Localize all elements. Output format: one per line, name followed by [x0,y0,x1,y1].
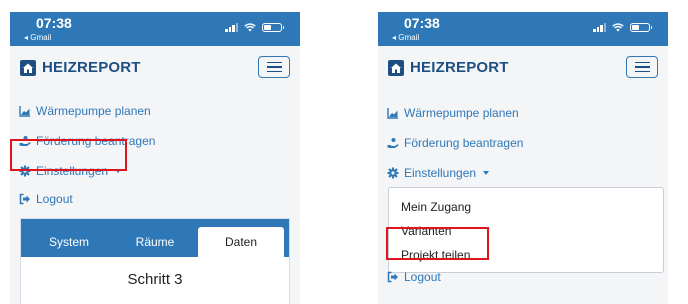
tab-daten[interactable]: Daten [198,227,284,257]
tab-raeume[interactable]: Räume [112,227,198,257]
wizard-tabs: System Räume Daten [21,219,289,257]
chart-icon [387,108,398,119]
brand[interactable]: HEIZREPORT [20,59,141,76]
status-bar: 07:38 ◂ Gmail [10,12,300,46]
nav-link-logout[interactable]: Logout [387,270,441,284]
status-time: 07:38 [36,15,72,31]
menu-toggle-button[interactable] [626,56,658,78]
chart-icon [19,106,30,117]
brand[interactable]: HEIZREPORT [388,59,509,76]
logout-icon [19,193,30,205]
tab-system[interactable]: System [26,227,112,257]
nav-link-waermepumpe[interactable]: Wärmepumpe planen [19,104,151,118]
wifi-icon [244,23,256,32]
nav-label: Wärmepumpe planen [36,104,151,118]
nav-link-einstellungen[interactable]: Einstellungen [387,166,490,180]
nav-label: Einstellungen [404,166,477,180]
status-icons [593,23,652,32]
menu-toggle-button[interactable] [258,56,290,78]
signal-icon [225,23,238,32]
step-title: Schritt 3 [127,271,183,288]
battery-icon [262,23,284,32]
signal-icon [593,23,606,32]
hamburger-icon [266,61,282,64]
battery-icon [630,23,652,32]
brand-name: HEIZREPORT [42,59,141,76]
house-logo-icon [388,59,404,76]
phone-screen-right: 07:38 ◂ Gmail HEIZREPORT Wärmepumpe plan… [378,12,668,304]
nav-link-foerderung[interactable]: Förderung beantragen [387,136,523,150]
nav-label: Wärmepumpe planen [404,106,519,120]
status-bar: 07:38 ◂ Gmail [378,12,668,46]
logout-icon [387,271,398,283]
wifi-icon [612,23,624,32]
dropdown-item-mein-zugang[interactable]: Mein Zugang [401,200,471,214]
nav-link-logout[interactable]: Logout [19,192,73,206]
back-to-app-link[interactable]: ◂ Gmail [24,33,51,42]
nav-link-waermepumpe[interactable]: Wärmepumpe planen [387,106,519,120]
nav-label: Förderung beantragen [404,136,524,150]
brand-name: HEIZREPORT [410,59,509,76]
navbar: HEIZREPORT Wärmepumpe planen Förderung b… [10,46,300,224]
hand-coin-icon [387,138,399,148]
house-logo-icon [20,59,36,76]
nav-label: Logout [404,270,441,284]
wizard-card: System Räume Daten Schritt 3 [20,218,290,304]
chevron-down-icon [483,171,490,175]
highlight-box-einstellungen [10,139,127,171]
gear-icon [387,167,399,179]
status-icons [225,23,284,32]
hamburger-icon [634,61,650,64]
phone-screen-left: 07:38 ◂ Gmail HEIZREPORT Wärmepumpe plan… [10,12,300,304]
highlight-box-projekt-teilen [386,227,489,260]
nav-label: Logout [36,192,73,206]
back-to-app-link[interactable]: ◂ Gmail [392,33,419,42]
status-time: 07:38 [404,15,440,31]
